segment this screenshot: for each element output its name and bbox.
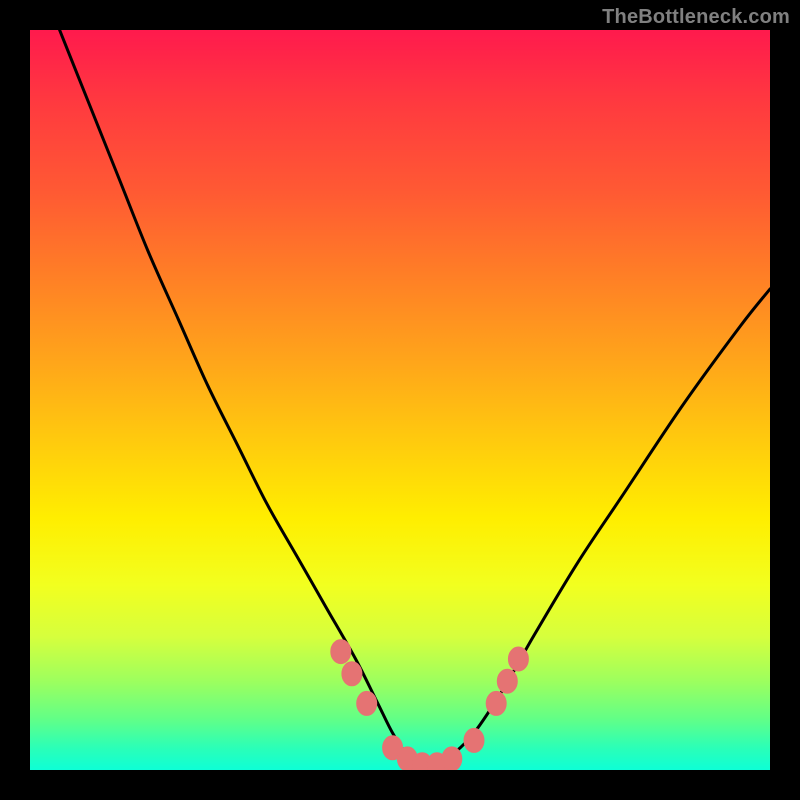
curve-marker (464, 728, 484, 752)
bottleneck-curve (60, 30, 770, 768)
plot-area (30, 30, 770, 770)
marker-group (331, 640, 529, 770)
curve-marker (357, 691, 377, 715)
curve-marker (331, 640, 351, 664)
curve-marker (442, 747, 462, 770)
watermark-label: TheBottleneck.com (602, 6, 790, 29)
curve-layer (30, 30, 770, 770)
curve-marker (508, 647, 528, 671)
curve-marker (342, 662, 362, 686)
curve-marker (486, 691, 506, 715)
chart-frame: TheBottleneck.com (0, 0, 800, 800)
curve-marker (497, 669, 517, 693)
